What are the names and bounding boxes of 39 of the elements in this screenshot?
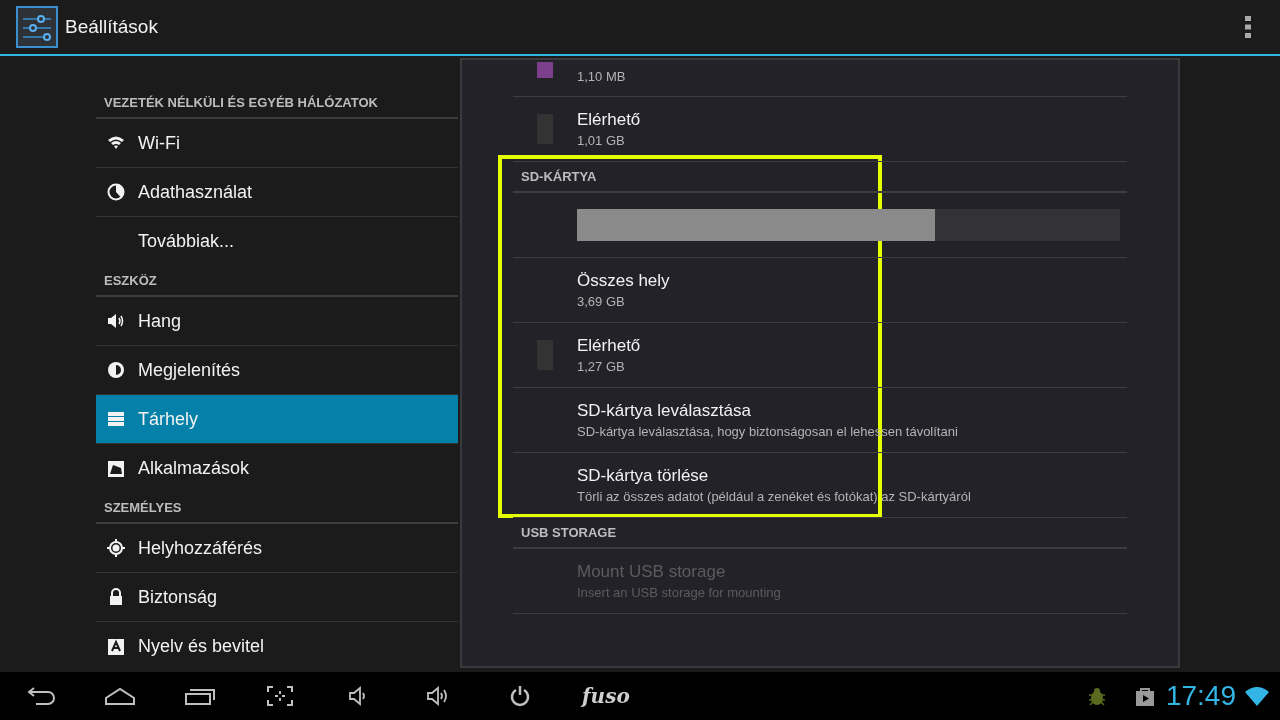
app-title: Beállítások	[65, 16, 159, 38]
sidebar-item[interactable]: Wi-Fi	[96, 119, 458, 168]
brightness-icon	[106, 360, 126, 380]
apps-icon	[106, 458, 126, 479]
sidebar-item[interactable]: Adathasználat	[96, 168, 458, 217]
storage-icon	[106, 409, 126, 429]
storage-label: Elérhető	[577, 110, 641, 130]
storage-value: 1,01 GB	[577, 133, 626, 148]
storage-label: Összes hely	[577, 271, 670, 291]
sidebar-item[interactable]: Tárhely	[96, 395, 458, 444]
sidebar-item[interactable]: Biztonság	[96, 573, 458, 622]
action-title[interactable]: SD-kártya leválasztása	[577, 401, 958, 421]
storage-value: 3,69 GB	[577, 294, 626, 309]
storage-value: 1,10 MB	[577, 69, 626, 84]
clock: 17:49	[1165, 680, 1236, 712]
section-heading: ESZKÖZ	[96, 266, 458, 297]
section-heading: SZEMÉLYES	[96, 493, 458, 524]
location-icon	[106, 538, 126, 558]
action-summary: Törli az összes adatot (például a zenéket és fotókat) az SD-kártyáról	[577, 489, 971, 504]
section-heading: USB STORAGE	[513, 518, 1127, 549]
section-heading: VEZETÉK NÉLKÜLI ÉS EGYÉB HÁLÓZATOK	[96, 88, 458, 119]
action-summary: Insert an USB storage for mounting	[577, 585, 781, 600]
sidebar-item[interactable]: Továbbiak...	[96, 217, 458, 266]
sidebar-item[interactable]: Helyhozzáférés	[96, 524, 458, 573]
action-title[interactable]: SD-kártya törlése	[577, 466, 971, 486]
section-heading: SD-KÁRTYA	[513, 162, 1127, 193]
brand-logo[interactable]: fuso	[582, 684, 1086, 708]
sidebar-item[interactable]: Hang	[96, 297, 458, 346]
sidebar-item[interactable]: Nyelv és bevitel	[96, 622, 458, 671]
storage-value: 1,27 GB	[577, 359, 626, 374]
storage-label: Elérhető	[577, 336, 641, 356]
wifi-icon	[1244, 685, 1270, 707]
sidebar-item[interactable]: Alkalmazások	[96, 444, 458, 493]
shopping-bag-icon	[1133, 685, 1156, 707]
overflow-menu-icon[interactable]	[1244, 15, 1252, 39]
speaker-icon	[106, 311, 126, 331]
keyboard-key-icon	[106, 636, 126, 657]
pie-chart-icon	[106, 182, 126, 202]
settings-sliders-icon[interactable]	[16, 6, 58, 48]
